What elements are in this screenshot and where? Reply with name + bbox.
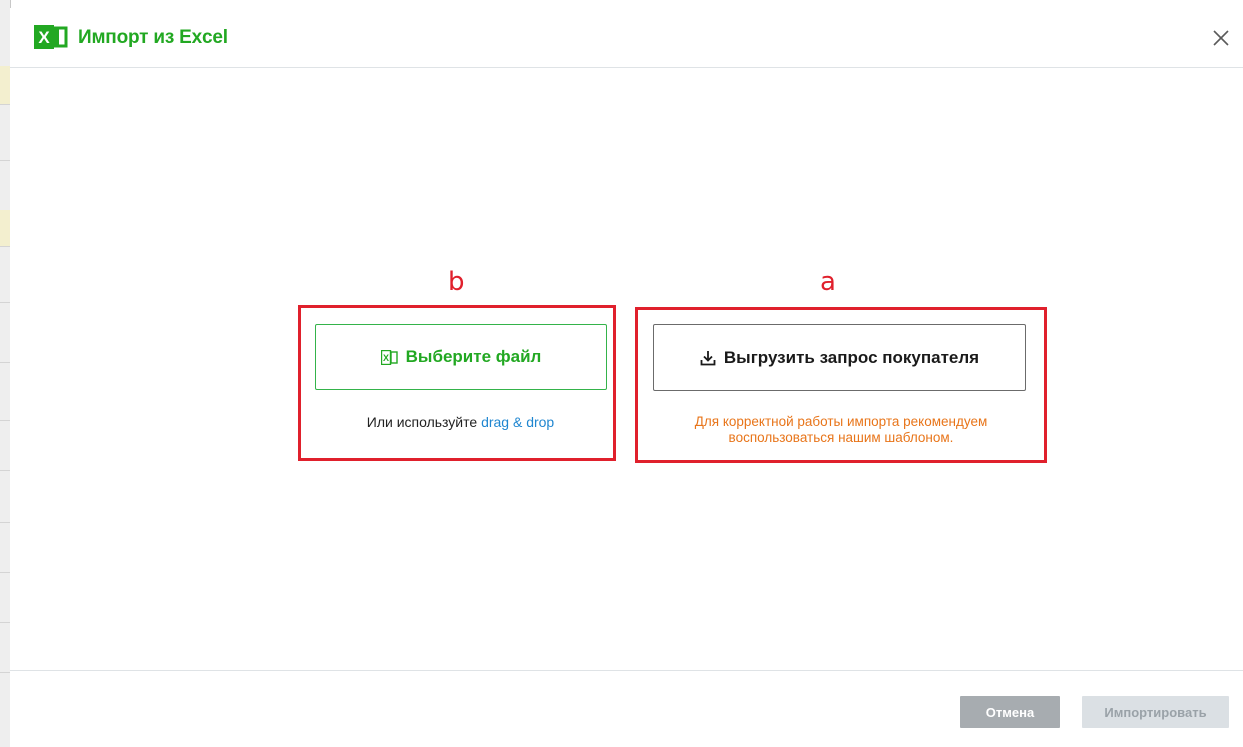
close-icon[interactable] [1211,28,1231,48]
download-icon [700,350,716,365]
background-row [0,104,10,161]
background-row [0,246,10,303]
background-row [0,522,10,573]
import-dialog: X Импорт из Excel b X Выберите файл Или … [10,8,1243,747]
download-template-button[interactable]: Выгрузить запрос покупателя [653,324,1026,391]
background-row [0,0,10,67]
download-template-label: Выгрузить запрос покупателя [723,347,980,367]
background-row [0,362,10,421]
annotation-label-a: a [820,267,836,297]
background-row [0,66,10,105]
background-row [0,672,10,747]
import-button[interactable]: Импортировать [1082,696,1229,728]
choose-file-button[interactable]: X Выберите файл [315,324,607,390]
background-row [0,420,10,471]
dialog-header: X Импорт из Excel [10,8,1243,68]
dialog-title: Импорт из Excel [78,27,228,48]
background-row [0,622,10,673]
background-row [0,572,10,623]
dialog-footer: Отмена Импортировать [10,670,1243,747]
svg-text:X: X [383,353,389,363]
template-hint: Для корректной работы импорта рекомендуе… [694,414,988,445]
cancel-button[interactable]: Отмена [960,696,1060,728]
drag-drop-link[interactable]: drag & drop [481,414,554,430]
background-row [0,470,10,523]
svg-text:X: X [38,28,50,47]
drag-drop-hint: Или используйте drag & drop [308,414,613,430]
background-row [0,302,10,363]
choose-file-label: Выберите файл [405,347,542,366]
background-row [0,160,10,211]
excel-small-icon: X [380,349,398,365]
annotation-label-b: b [448,267,465,297]
background-row [0,210,10,247]
drag-drop-hint-text: Или используйте [366,414,482,430]
page: X Импорт из Excel b X Выберите файл Или … [0,0,1243,747]
excel-icon: X [34,25,68,49]
